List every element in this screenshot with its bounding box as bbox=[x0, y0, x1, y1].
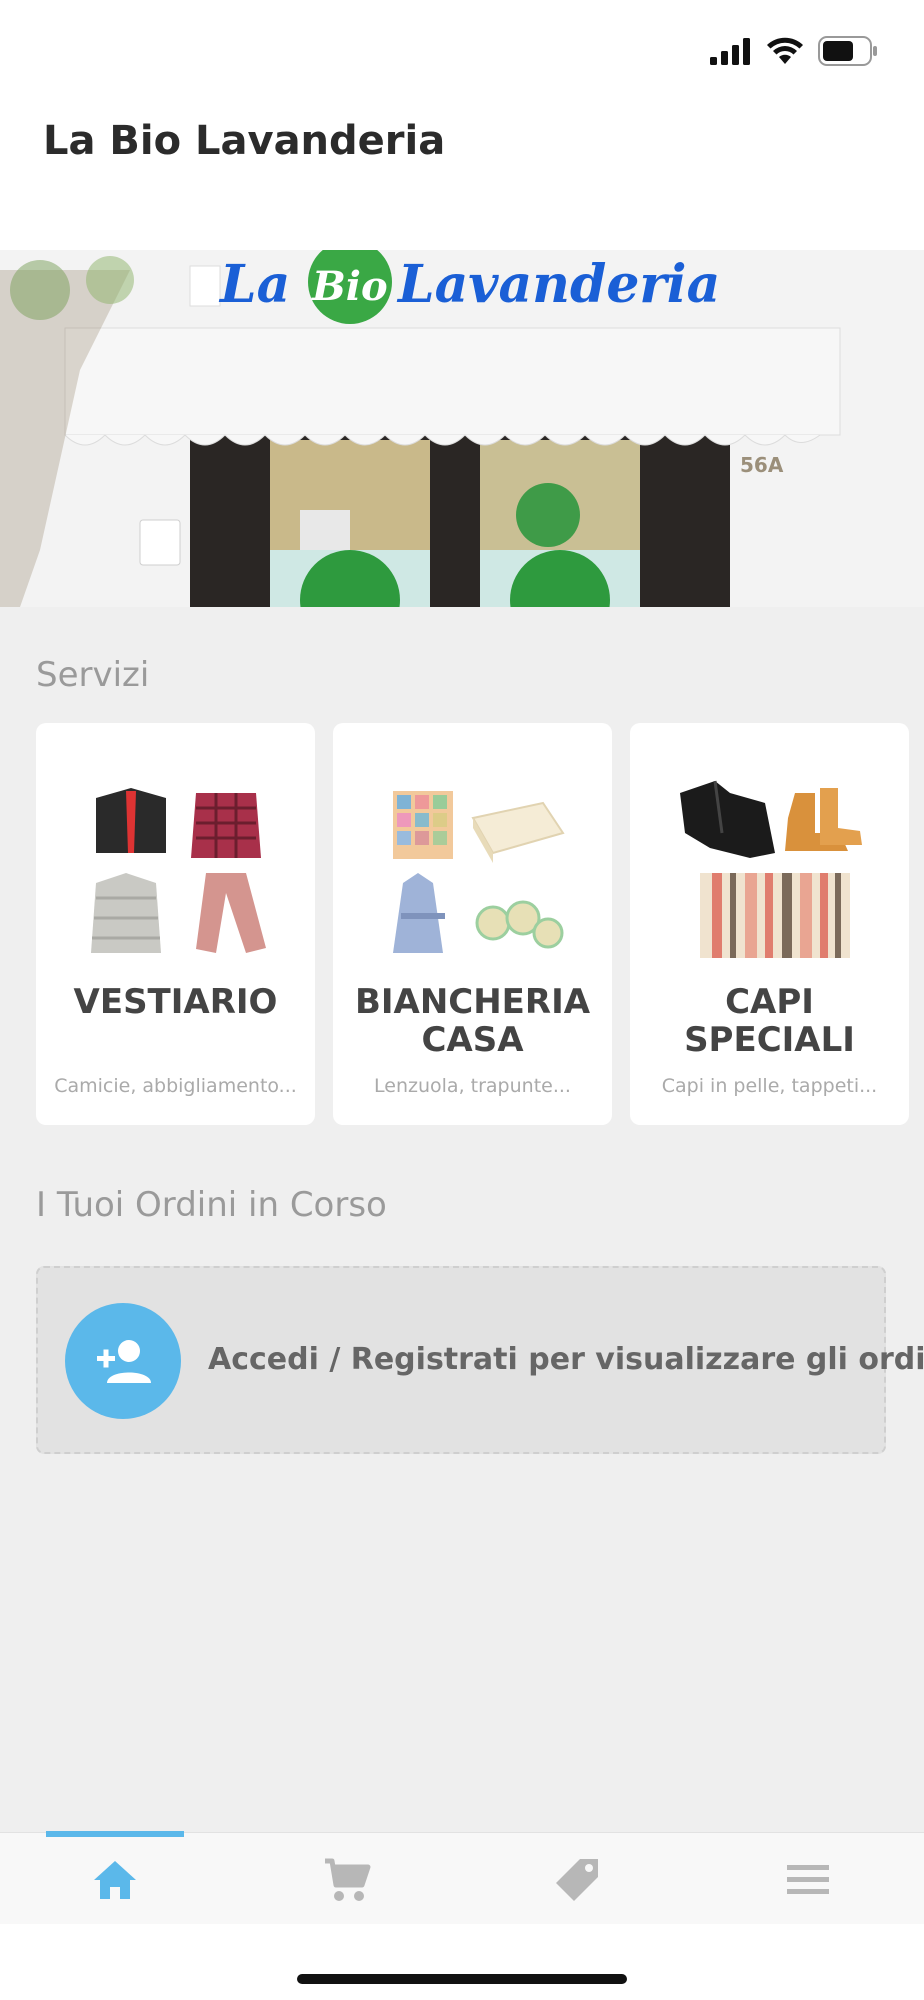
service-card-vestiario[interactable]: VESTIARIO Camicie, abbigliamento... bbox=[36, 723, 315, 1125]
battery-icon bbox=[818, 36, 877, 66]
login-prompt: Accedi / Registrati per visualizzare gli… bbox=[208, 1342, 924, 1377]
home-indicator-area bbox=[0, 1924, 924, 2000]
service-card-capi-speciali[interactable]: CAPI SPECIALI Capi in pelle, tappeti... bbox=[630, 723, 909, 1125]
service-subtitle: Capi in pelle, tappeti... bbox=[661, 1075, 878, 1097]
service-subtitle: Camicie, abbigliamento... bbox=[54, 1075, 297, 1097]
sign-bio: Bio bbox=[311, 263, 388, 310]
bottom-navigation bbox=[0, 1831, 924, 1925]
menu-icon[interactable] bbox=[783, 1855, 833, 1905]
service-card-biancheria-casa[interactable]: BIANCHERIA CASA Lenzuola, trapunte... bbox=[333, 723, 612, 1125]
home-indicator[interactable] bbox=[297, 1974, 627, 1984]
sign-lavanderia: Lavanderia bbox=[396, 254, 720, 315]
service-title: CAPI SPECIALI bbox=[684, 982, 855, 1060]
add-user-avatar bbox=[65, 1303, 181, 1419]
hero-storefront-image: La Bio Lavanderia 56A bbox=[0, 250, 924, 607]
sign-la: La bbox=[218, 254, 290, 315]
add-user-icon bbox=[97, 1340, 151, 1383]
service-subtitle: Lenzuola, trapunte... bbox=[374, 1075, 571, 1097]
orders-title: I Tuoi Ordini in Corso bbox=[36, 1185, 387, 1225]
home-icon[interactable] bbox=[90, 1855, 140, 1905]
app-title: La Bio Lavanderia bbox=[43, 118, 446, 164]
special-items-icon bbox=[680, 780, 862, 958]
cart-icon[interactable] bbox=[322, 1855, 372, 1905]
services-title: Servizi bbox=[36, 655, 150, 695]
status-bar bbox=[0, 0, 924, 100]
service-title: VESTIARIO bbox=[73, 982, 278, 1022]
service-title: BIANCHERIA CASA bbox=[354, 982, 591, 1060]
clothing-icon bbox=[91, 788, 266, 953]
signal-icon bbox=[710, 38, 750, 65]
wifi-icon bbox=[767, 37, 803, 64]
storefront-illustration: La Bio Lavanderia 56A bbox=[0, 250, 924, 607]
tag-icon[interactable] bbox=[552, 1855, 602, 1905]
linen-icon bbox=[393, 791, 565, 953]
street-number: 56A bbox=[740, 453, 784, 477]
active-tab-indicator bbox=[46, 1831, 184, 1837]
login-to-view-orders-button[interactable]: Accedi / Registrati per visualizzare gli… bbox=[36, 1266, 924, 1454]
